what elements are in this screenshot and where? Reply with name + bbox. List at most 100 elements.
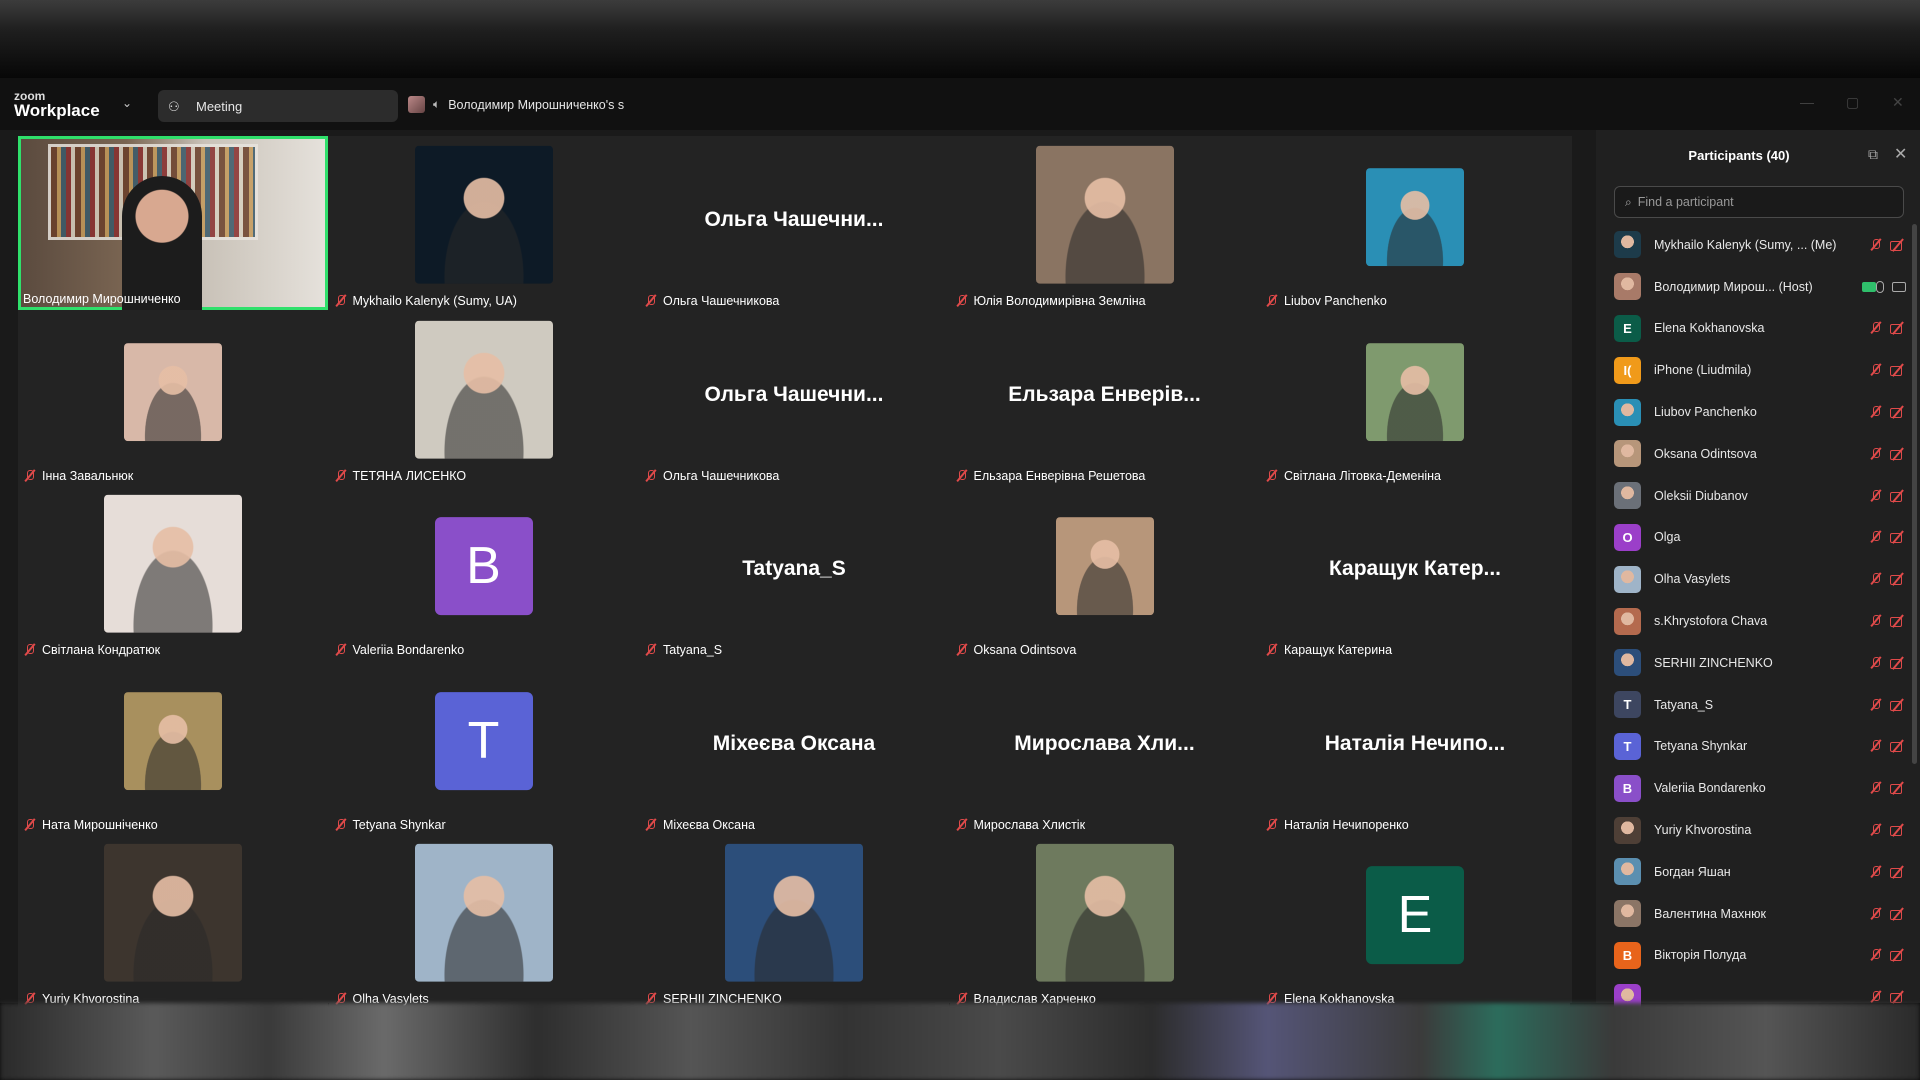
video-off-icon[interactable] bbox=[1890, 657, 1906, 669]
video-off-icon[interactable] bbox=[1890, 782, 1906, 795]
mic-muted-icon bbox=[956, 294, 968, 308]
participant-tile[interactable]: Каращук Катер... Каращук Катерина bbox=[1260, 485, 1570, 659]
participant-tile[interactable]: Мирослава Хли... Мирослава Хлистік bbox=[949, 659, 1260, 834]
participant-tile[interactable]: Наталія Нечипо... Наталія Нечипоренко bbox=[1260, 659, 1570, 834]
participant-tile[interactable]: Юлія Володимирівна Земліна bbox=[949, 136, 1260, 310]
participant-tile[interactable]: SERHII ZINCHENKO bbox=[639, 834, 949, 1008]
participant-search[interactable]: ⌕ bbox=[1614, 186, 1904, 218]
video-off-icon[interactable] bbox=[1890, 573, 1906, 586]
mic-muted-icon[interactable] bbox=[1870, 614, 1882, 628]
close-window-icon[interactable]: ✕ bbox=[1892, 94, 1904, 111]
tile-name-label: Інна Завальнюк bbox=[24, 469, 133, 483]
mic-muted-icon[interactable] bbox=[1870, 363, 1882, 377]
participant-tile[interactable]: Ельзара Енверів... Ельзара Енверівна Реше… bbox=[949, 310, 1260, 485]
participant-row[interactable]: Володимир Мирош... (Host) bbox=[1614, 266, 1910, 308]
participant-tile[interactable]: B Valeriia Bondarenko bbox=[328, 485, 639, 659]
participant-row[interactable]: O Olga bbox=[1614, 517, 1910, 559]
mic-muted-icon bbox=[645, 469, 657, 483]
participant-row[interactable]: Oksana Odintsova bbox=[1614, 433, 1910, 475]
participant-row[interactable]: I(iPhone (Liudmila) bbox=[1614, 349, 1910, 391]
video-off-icon[interactable] bbox=[1890, 866, 1906, 878]
mic-muted-icon[interactable] bbox=[1870, 321, 1882, 335]
video-icon[interactable] bbox=[1892, 281, 1906, 292]
participant-row[interactable]: Olha Vasylets bbox=[1614, 558, 1910, 600]
participant-tile[interactable]: Владислав Харченко bbox=[949, 834, 1260, 1008]
mic-muted-icon[interactable] bbox=[1870, 447, 1882, 461]
participant-tile[interactable]: Tatyana_S Tatyana_S bbox=[639, 485, 949, 659]
participant-name: Володимир Мирош... (Host) bbox=[1654, 279, 1813, 294]
participant-row[interactable]: Валентина Махнюк bbox=[1614, 893, 1910, 935]
participant-tile[interactable]: Liubov Panchenko bbox=[1260, 136, 1570, 310]
participant-name: Liubov Panchenko bbox=[1654, 405, 1757, 420]
participant-tile[interactable]: E Elena Kokhanovska bbox=[1260, 834, 1570, 1008]
chevron-down-icon[interactable]: ⌄ bbox=[122, 96, 132, 110]
video-off-icon[interactable] bbox=[1890, 239, 1906, 251]
participant-row[interactable]: SERHII ZINCHENKO bbox=[1614, 642, 1910, 684]
participant-tile[interactable]: Інна Завальнюк bbox=[18, 310, 328, 485]
participant-tile[interactable]: Ольга Чашечни... Ольга Чашечникова bbox=[639, 310, 949, 485]
mic-muted-icon[interactable] bbox=[1870, 530, 1882, 544]
minimize-icon[interactable]: — bbox=[1800, 94, 1814, 110]
participant-row[interactable]: T Tetyana Shynkar bbox=[1614, 726, 1910, 768]
video-off-icon[interactable] bbox=[1890, 364, 1906, 377]
video-off-icon[interactable] bbox=[1890, 531, 1906, 544]
participant-tile[interactable]: Володимир Мирошниченко bbox=[18, 136, 328, 310]
participant-tile[interactable]: Світлана Кондратюк bbox=[18, 485, 328, 659]
participant-tile[interactable]: Yuriy Khvorostina bbox=[18, 834, 328, 1008]
participant-row[interactable]: E Elena Kokhanovska bbox=[1614, 308, 1910, 350]
mic-muted-icon[interactable] bbox=[1870, 698, 1882, 712]
maximize-icon[interactable]: ▢ bbox=[1846, 94, 1859, 111]
video-off-icon[interactable] bbox=[1890, 448, 1906, 460]
video-off-icon[interactable] bbox=[1890, 490, 1906, 502]
participant-row[interactable]: Mykhailo Kalenyk (Sumy, ... (Me) bbox=[1614, 224, 1910, 266]
close-panel-icon[interactable]: ✕ bbox=[1894, 144, 1907, 164]
participant-row[interactable]: Oleksii Diubanov bbox=[1614, 475, 1910, 517]
video-off-icon[interactable] bbox=[1890, 908, 1906, 920]
participant-row[interactable]: s.Khrystofora Chava bbox=[1614, 600, 1910, 642]
mic-muted-icon[interactable] bbox=[1870, 489, 1882, 503]
search-input[interactable] bbox=[1637, 195, 1888, 209]
video-off-icon[interactable] bbox=[1890, 824, 1906, 837]
popout-icon[interactable]: ⧉ bbox=[1868, 146, 1878, 163]
participant-row[interactable]: T Tatyana_S bbox=[1614, 684, 1910, 726]
mic-muted-icon[interactable] bbox=[1870, 238, 1882, 252]
mic-muted-icon[interactable] bbox=[1870, 405, 1882, 419]
video-off-icon[interactable] bbox=[1890, 949, 1906, 962]
mic-muted-icon bbox=[956, 469, 968, 483]
mic-muted-icon[interactable] bbox=[1870, 739, 1882, 753]
video-off-icon[interactable] bbox=[1890, 699, 1906, 711]
participant-row[interactable]: Yuriy Khvorostina bbox=[1614, 809, 1910, 851]
mic-icon[interactable] bbox=[1876, 280, 1884, 293]
participant-row[interactable]: Liubov Panchenko bbox=[1614, 391, 1910, 433]
video-off-icon[interactable] bbox=[1890, 615, 1906, 628]
meeting-tab[interactable]: ⚇ Meeting bbox=[158, 90, 398, 122]
zoom-logo[interactable]: zoom Workplace bbox=[14, 90, 124, 120]
title-bar: zoom Workplace ⌄ ⚇ Meeting 🔈︎ Володимир … bbox=[0, 78, 1920, 130]
mic-muted-icon[interactable] bbox=[1870, 865, 1882, 879]
speaker-tab[interactable]: 🔈︎ Володимир Мирошниченко's s bbox=[408, 96, 624, 113]
panel-scrollbar[interactable] bbox=[1912, 224, 1917, 764]
participant-tile[interactable]: Світлана Літовка-Деменіна bbox=[1260, 310, 1570, 485]
video-off-icon[interactable] bbox=[1890, 322, 1906, 335]
mic-muted-icon[interactable] bbox=[1870, 948, 1882, 962]
participant-tile[interactable]: Olha Vasylets bbox=[328, 834, 639, 1008]
participant-tile[interactable]: Oksana Odintsova bbox=[949, 485, 1260, 659]
mic-muted-icon[interactable] bbox=[1870, 656, 1882, 670]
participant-tile[interactable]: Міхеєва Оксана Міхеєва Оксана bbox=[639, 659, 949, 834]
participant-tile[interactable]: Mykhailo Kalenyk (Sumy, UA) bbox=[328, 136, 639, 310]
video-off-icon[interactable] bbox=[1890, 991, 1906, 1004]
participant-tile[interactable]: ТЕТЯНА ЛИСЕНКО bbox=[328, 310, 639, 485]
participant-row[interactable]: B Valeriia Bondarenko bbox=[1614, 767, 1910, 809]
participant-row[interactable]: В Вікторія Полуда bbox=[1614, 935, 1910, 977]
participant-tile[interactable]: Ната Мирошніченко bbox=[18, 659, 328, 834]
video-off-icon[interactable] bbox=[1890, 406, 1906, 419]
participant-row[interactable]: Богдан Яшан bbox=[1614, 851, 1910, 893]
mic-muted-icon[interactable] bbox=[1870, 572, 1882, 586]
mic-muted-icon[interactable] bbox=[1870, 781, 1882, 795]
mic-muted-icon[interactable] bbox=[1870, 823, 1882, 837]
avatar bbox=[1055, 517, 1154, 616]
mic-muted-icon[interactable] bbox=[1870, 907, 1882, 921]
participant-tile[interactable]: Ольга Чашечни... Ольга Чашечникова bbox=[639, 136, 949, 310]
participant-tile[interactable]: T Tetyana Shynkar bbox=[328, 659, 639, 834]
video-off-icon[interactable] bbox=[1890, 740, 1906, 753]
